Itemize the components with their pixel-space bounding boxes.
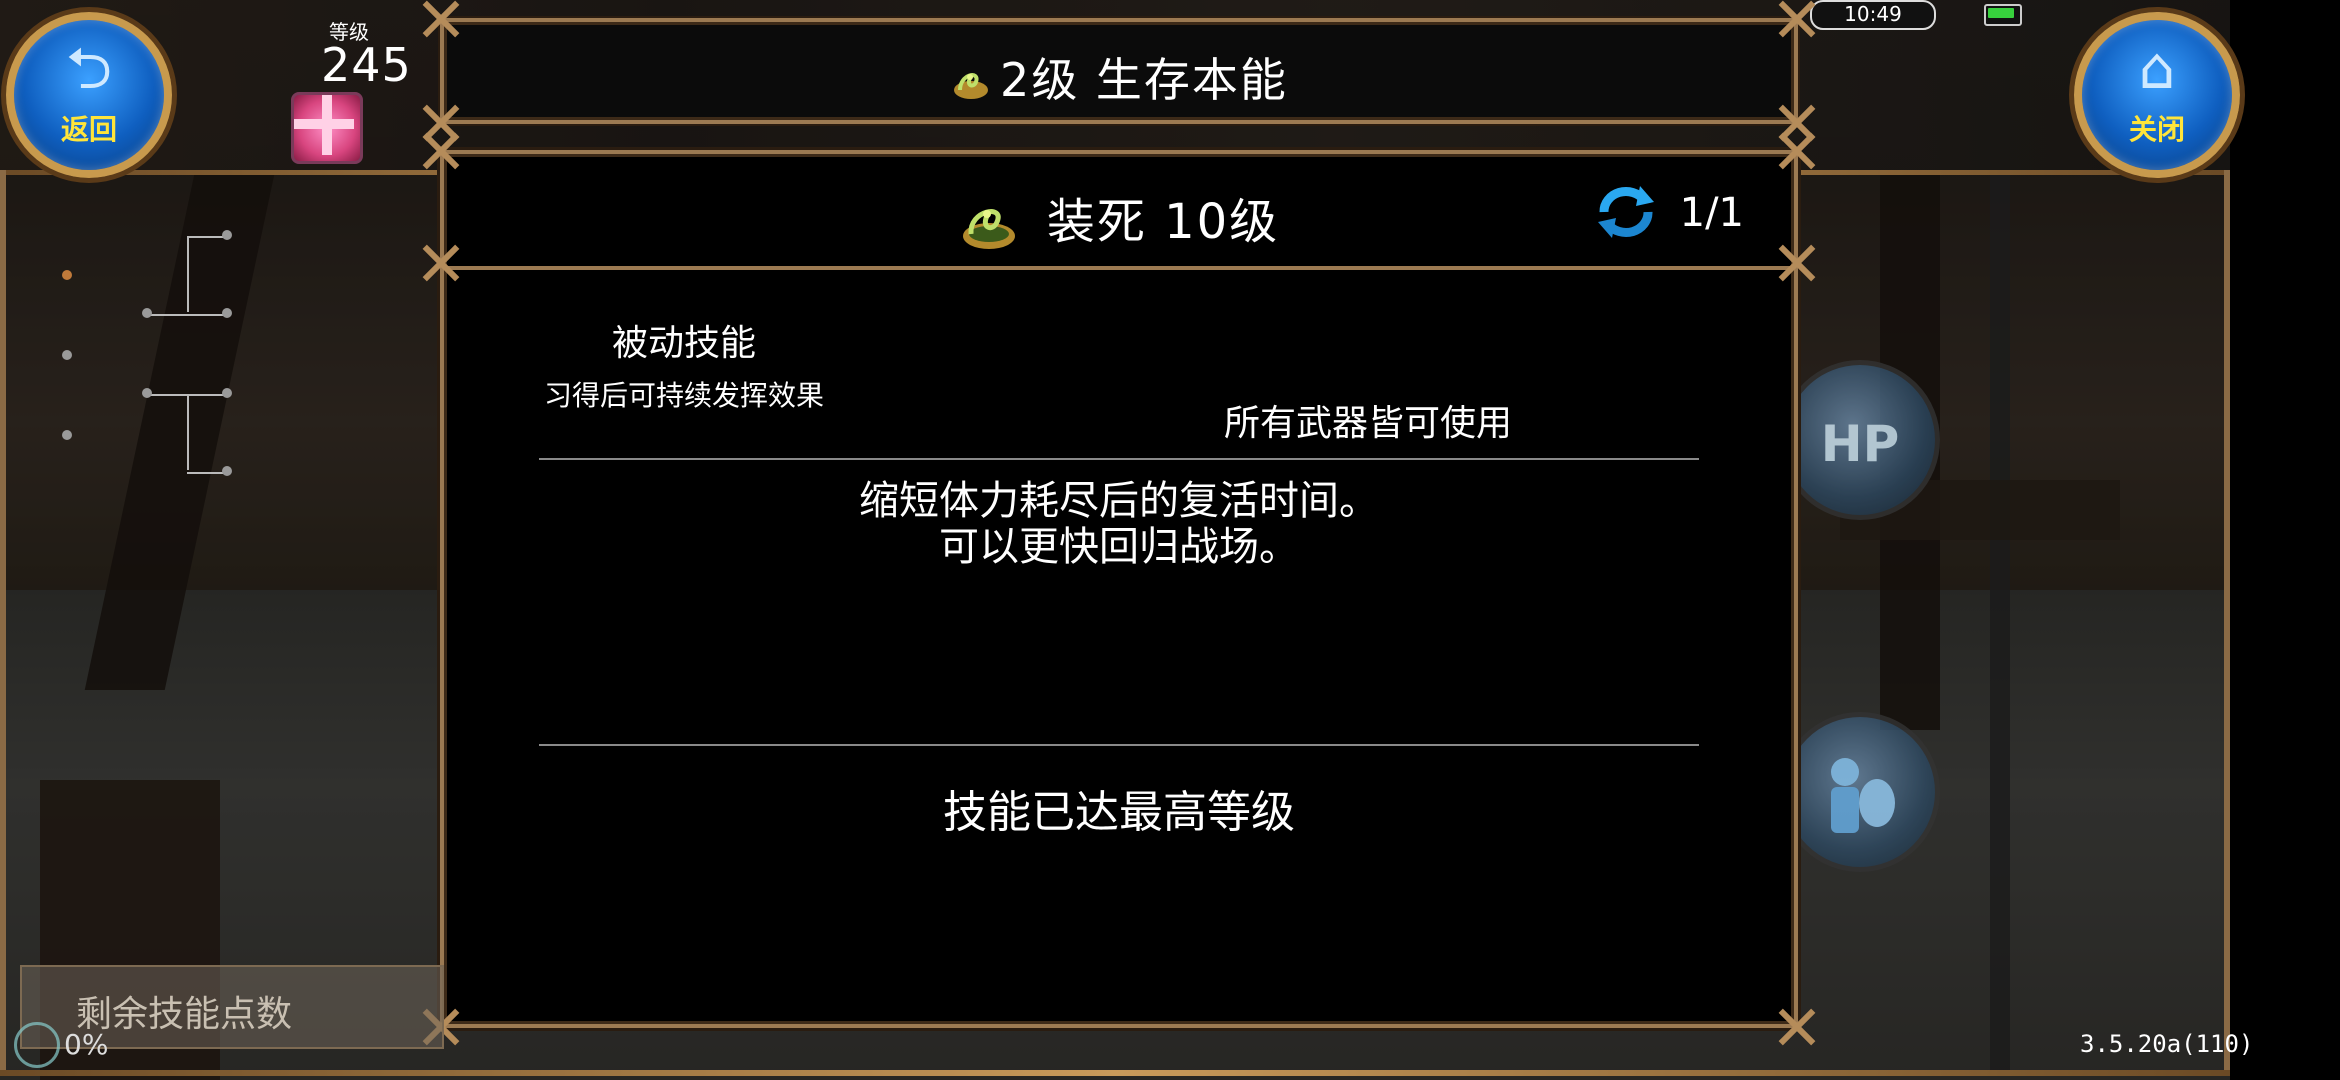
tree-node[interactable]	[62, 350, 72, 360]
tree-node[interactable]	[222, 388, 232, 398]
battery-icon	[1984, 4, 2022, 26]
back-button[interactable]: ⮌ 返回	[6, 12, 172, 178]
tree-connector	[187, 236, 225, 238]
refresh-icon[interactable]	[1596, 184, 1656, 240]
page-indicator-text: 1/1	[1679, 190, 1744, 236]
tree-node[interactable]	[142, 388, 152, 398]
player-level-block: 等级 245	[285, 10, 415, 164]
close-button-label: 关闭	[2128, 113, 2185, 146]
skill-tree-panel	[0, 180, 310, 500]
max-level-text: 技能已达最高等级	[943, 787, 1295, 838]
tree-connector	[187, 472, 225, 474]
frame-corner-ornament	[418, 0, 464, 42]
experience-percent: 0%	[64, 1028, 109, 1061]
frame-line-right	[2224, 170, 2230, 1070]
frame-corner-ornament	[1774, 0, 1820, 42]
skill-category-header: 2级 生存本能	[440, 18, 1798, 124]
return-arrow-icon: ⮌	[65, 34, 113, 102]
tree-connector	[148, 394, 228, 396]
snake-skill-icon	[962, 209, 1015, 249]
tree-node[interactable]	[222, 466, 232, 476]
divider	[539, 458, 1699, 460]
level-value: 245	[321, 38, 412, 92]
frame-corner-ornament	[1774, 128, 1820, 174]
frame-corner-ornament	[418, 128, 464, 174]
header-title: 2级 生存本能	[1000, 53, 1288, 107]
home-icon: ⌂	[2138, 34, 2176, 102]
hp-up-label: HP	[1820, 415, 1900, 473]
frame-line-bottom	[0, 1070, 2230, 1076]
experience-icon	[14, 1022, 60, 1068]
battery-level-fill	[1988, 8, 2014, 18]
tree-node[interactable]	[222, 230, 232, 240]
tree-node-active[interactable]	[62, 270, 72, 280]
skill-detail-dialog: 装死 10级 1/1 被动技能 习得后可持续发挥效果 所有武器皆可使用 缩短体力…	[440, 150, 1798, 1028]
tree-node[interactable]	[142, 308, 152, 318]
divider	[539, 744, 1699, 746]
header-title-row: 2级 生存本能	[444, 44, 1794, 110]
frame-corner-ornament	[1774, 240, 1820, 286]
skill-name: 装死 10级	[1046, 194, 1280, 250]
skill-name-row: 装死 10级	[444, 182, 1794, 252]
skill-type-title: 被动技能	[611, 323, 756, 364]
skill-type-subtitle: 习得后可持续发挥效果	[543, 379, 824, 412]
tree-node[interactable]	[222, 308, 232, 318]
frame-corner-ornament	[418, 240, 464, 286]
tree-node[interactable]	[62, 430, 72, 440]
hp-up-button[interactable]: HP	[1780, 360, 1940, 520]
tree-connector	[187, 394, 189, 470]
skill-detail-header: 装死 10级 1/1	[444, 154, 1794, 270]
snake-skill-icon	[954, 73, 989, 99]
gift-box-icon[interactable]	[291, 92, 363, 164]
frame-corner-ornament	[1774, 1004, 1820, 1050]
weapon-requirement: 所有武器皆可使用	[1224, 403, 1513, 444]
close-button[interactable]: ⌂ 关闭	[2074, 12, 2240, 178]
skill-description-line: 可以更快回归战场。	[939, 524, 1299, 570]
back-button-label: 返回	[60, 113, 117, 146]
page-indicator[interactable]: 1/1	[1596, 184, 1744, 240]
skill-description: 缩短体力耗尽后的复活时间。 可以更快回归战场。	[444, 478, 1794, 570]
skill-description-line: 缩短体力耗尽后的复活时间。	[859, 478, 1379, 524]
knight-skill-button[interactable]	[1780, 712, 1940, 872]
knight-shield-icon	[1831, 758, 1895, 833]
status-clock: 10:49	[1810, 0, 1936, 30]
version-label: 3.5.20a(110)	[2080, 1030, 2254, 1058]
tree-connector	[148, 314, 228, 316]
tree-connector	[187, 236, 189, 312]
